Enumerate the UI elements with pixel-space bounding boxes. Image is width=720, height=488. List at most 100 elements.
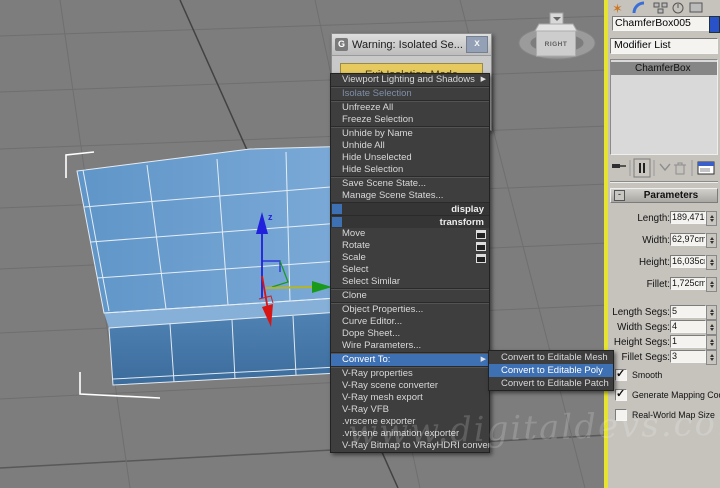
close-icon[interactable]: x [466,36,488,53]
parameters-rollout-header[interactable]: - Parameters [610,188,718,203]
tab-modify-icon[interactable] [632,1,645,14]
menu-item-curve-editor[interactable]: Curve Editor... [331,316,489,328]
menu-item-freeze-selection[interactable]: Freeze Selection [331,114,489,126]
spinner-width-segs[interactable] [706,320,717,335]
param-input-width-segs[interactable]: 4 [670,320,706,333]
spinner-up-icon[interactable] [709,279,714,284]
menu-item-unhide-by-name[interactable]: Unhide by Name [331,128,489,140]
menu-item-convert-to-editable-poly[interactable]: Convert to Editable Poly [489,364,613,377]
menu-item-move[interactable]: Move [331,228,489,240]
spinner-up-icon[interactable] [709,322,714,327]
menu-item-convert-to-editable-patch[interactable]: Convert to Editable Patch [489,377,613,390]
spinner-length-segs[interactable] [706,305,717,320]
object-color-swatch[interactable] [709,16,720,33]
param-label: Height: [638,257,670,268]
param-label: Width: [642,235,670,246]
remove-modifier-icon[interactable] [674,162,686,175]
menu-item-dope-sheet[interactable]: Dope Sheet... [331,328,489,340]
spinner-up-icon[interactable] [709,213,714,218]
menu-item-vrscene-exporter[interactable]: .vrscene exporter [331,416,489,428]
menu-item-v-ray-properties[interactable]: V-Ray properties [331,368,489,380]
dialog-titlebar[interactable]: Warning: Isolated Se... x [332,34,491,56]
menu-item-unfreeze-all[interactable]: Unfreeze All [331,102,489,114]
spinner-height[interactable] [706,255,717,270]
menu-item-scale[interactable]: Scale [331,252,489,264]
param-input-length-segs[interactable]: 5 [670,305,706,318]
menu-item-v-ray-bitmap-to-vrayhdri-converter[interactable]: V-Ray Bitmap to VRayHDRI converter [331,440,489,452]
menu-item-v-ray-mesh-export[interactable]: V-Ray mesh export [331,392,489,404]
menu-item-unhide-all[interactable]: Unhide All [331,140,489,152]
spinner-up-icon[interactable] [709,352,714,357]
spinner-height-segs[interactable] [706,335,717,350]
menu-item-label: Object Properties... [342,304,424,315]
menu-item-vrscene-animation-exporter[interactable]: .vrscene animation exporter [331,428,489,440]
spinner-width[interactable] [706,233,717,248]
menu-item-convert-to-editable-mesh[interactable]: Convert to Editable Mesh [489,351,613,364]
menu-item-hide-unselected[interactable]: Hide Unselected [331,152,489,164]
menu-item-convert-to[interactable]: Convert To: ▶ [331,354,489,366]
make-unique-icon[interactable] [659,163,671,172]
param-input-height-segs[interactable]: 1 [670,335,706,348]
tab-hierarchy-icon[interactable] [653,2,668,14]
viewcube-face-label[interactable]: RIGHT [545,41,568,48]
spinner-down-icon[interactable] [709,285,714,290]
menu-item-label: Viewport Lighting and Shadows [342,74,475,85]
param-input-width[interactable]: 62,97cm [670,233,706,246]
menu-item-v-ray-vfb[interactable]: V-Ray VFB [331,404,489,416]
menu-item-wire-parameters[interactable]: Wire Parameters... [331,340,489,352]
menu-item-hide-selection[interactable]: Hide Selection [331,164,489,176]
param-input-height[interactable]: 16,035cm [670,255,706,268]
rollout-collapse-icon[interactable]: - [614,190,625,201]
checkbox-generate-mapping-coords[interactable] [615,387,627,401]
settings-box-icon[interactable] [476,230,486,239]
spinner-up-icon[interactable] [709,257,714,262]
spinner-down-icon[interactable] [709,358,714,363]
spinner-up-icon[interactable] [709,235,714,240]
spinner-down-icon[interactable] [709,343,714,348]
gizmo-z-label: z [268,212,273,222]
object-name-field[interactable]: ChamferBox005 [612,16,714,31]
spinner-up-icon[interactable] [709,307,714,312]
configure-modifier-sets-icon[interactable] [697,161,715,175]
chamferbox-object[interactable] [65,145,358,399]
menu-item-object-properties[interactable]: Object Properties... [331,304,489,316]
stack-item-chamferbox[interactable]: ChamferBox [611,62,717,75]
param-label: Length: [637,213,670,224]
modifier-list-dropdown[interactable]: Modifier List [610,38,718,54]
spinner-down-icon[interactable] [709,328,714,333]
param-input-length[interactable]: 189,471cm [670,211,706,224]
show-end-result-icon[interactable] [633,158,651,178]
param-row-width-segs: Width Segs: 4 [610,320,718,335]
viewcube[interactable]: RIGHT [518,12,596,60]
param-input-fillet[interactable]: 1,725cm [670,277,706,290]
spinner-down-icon[interactable] [709,263,714,268]
spinner-fillet[interactable] [706,277,717,292]
viewport[interactable]: z RIGHT [0,0,608,488]
menu-section-transform: transform [331,215,489,228]
menu-item-isolate-selection[interactable]: Isolate Selection [331,88,489,100]
tab-display-icon[interactable] [689,2,703,13]
tab-motion-icon[interactable] [672,2,684,14]
menu-item-v-ray-scene-converter[interactable]: V-Ray scene converter [331,380,489,392]
menu-item-select-similar[interactable]: Select Similar [331,276,489,288]
spinner-fillet-segs[interactable] [706,350,717,365]
spinner-length[interactable] [706,211,717,226]
spinner-down-icon[interactable] [709,241,714,246]
param-input-fillet-segs[interactable]: 3 [670,350,706,363]
menu-item-clone[interactable]: Clone [331,290,489,302]
pin-stack-icon[interactable] [612,164,626,168]
tab-create-icon[interactable]: ✶ [612,1,623,14]
menu-item-select[interactable]: Select [331,264,489,276]
spinner-down-icon[interactable] [709,219,714,224]
spinner-up-icon[interactable] [709,337,714,342]
menu-item-rotate[interactable]: Rotate [331,240,489,252]
checkbox-smooth[interactable] [615,367,627,381]
menu-item-save-scene-state[interactable]: Save Scene State... [331,178,489,190]
menu-item-viewport-lighting-and-shadows[interactable]: Viewport Lighting and Shadows ▶ [331,74,489,86]
checkbox-real-world-map-size[interactable] [615,408,627,421]
settings-box-icon[interactable] [476,254,486,263]
menu-item-label: Convert to Editable Mesh [501,352,608,363]
settings-box-icon[interactable] [476,242,486,251]
menu-item-manage-scene-states[interactable]: Manage Scene States... [331,190,489,202]
spinner-down-icon[interactable] [709,313,714,318]
